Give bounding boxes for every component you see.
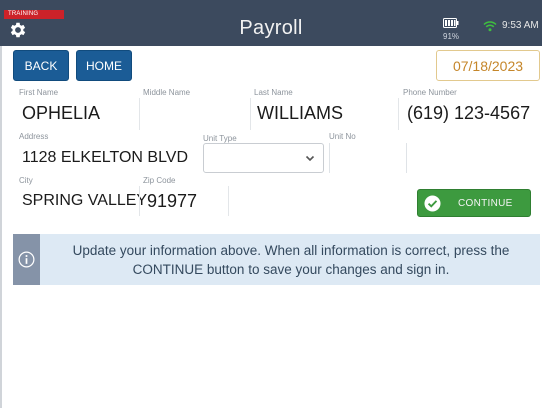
first-name-label: First Name — [19, 88, 59, 97]
field-divider — [398, 98, 399, 130]
field-divider — [139, 186, 140, 216]
continue-button[interactable]: CONTINUE — [417, 189, 531, 217]
field-divider — [228, 186, 229, 216]
chevron-down-icon — [305, 155, 315, 162]
city-field[interactable]: SPRING VALLEY — [22, 192, 147, 210]
back-button[interactable]: BACK — [13, 50, 69, 81]
info-banner: Update your information above. When all … — [13, 234, 540, 285]
battery-percent: 91% — [443, 32, 460, 41]
middle-name-label: Middle Name — [143, 88, 191, 97]
last-name-field[interactable]: WILLIAMS — [257, 103, 343, 124]
wifi-icon — [483, 21, 497, 32]
app-frame: TRAINING Payroll 91% 9:53 AM BACK HOME 0… — [0, 0, 542, 408]
info-icon — [18, 251, 35, 268]
unit-no-field[interactable] — [329, 143, 407, 173]
date-display: 07/18/2023 — [436, 50, 540, 81]
address-field[interactable]: 1128 ELKELTON BLVD — [22, 149, 188, 167]
phone-label: Phone Number — [403, 88, 457, 97]
continue-label: CONTINUE — [458, 198, 513, 209]
zip-field[interactable]: 91977 — [147, 191, 197, 212]
first-name-field[interactable]: OPHELIA — [22, 103, 100, 124]
page-title: Payroll — [239, 17, 303, 39]
city-label: City — [19, 176, 33, 185]
phone-field[interactable]: (619) 123-4567 — [407, 103, 530, 124]
info-banner-text: Update your information above. When all … — [72, 243, 510, 277]
address-label: Address — [19, 132, 49, 141]
battery-icon — [443, 18, 459, 28]
home-button[interactable]: HOME — [76, 50, 132, 81]
info-banner-bar — [13, 234, 40, 285]
last-name-label: Last Name — [254, 88, 293, 97]
left-edge-divider — [0, 46, 2, 408]
field-divider — [250, 98, 251, 130]
unit-type-label: Unit Type — [203, 134, 237, 143]
field-divider — [139, 98, 140, 130]
header-bar: TRAINING Payroll 91% 9:53 AM — [0, 0, 542, 46]
unit-no-label: Unit No — [329, 132, 356, 141]
check-circle-icon — [424, 195, 441, 212]
zip-label: Zip Code — [143, 176, 176, 185]
unit-type-select[interactable] — [203, 143, 324, 173]
status-time: 9:53 AM — [502, 20, 539, 31]
